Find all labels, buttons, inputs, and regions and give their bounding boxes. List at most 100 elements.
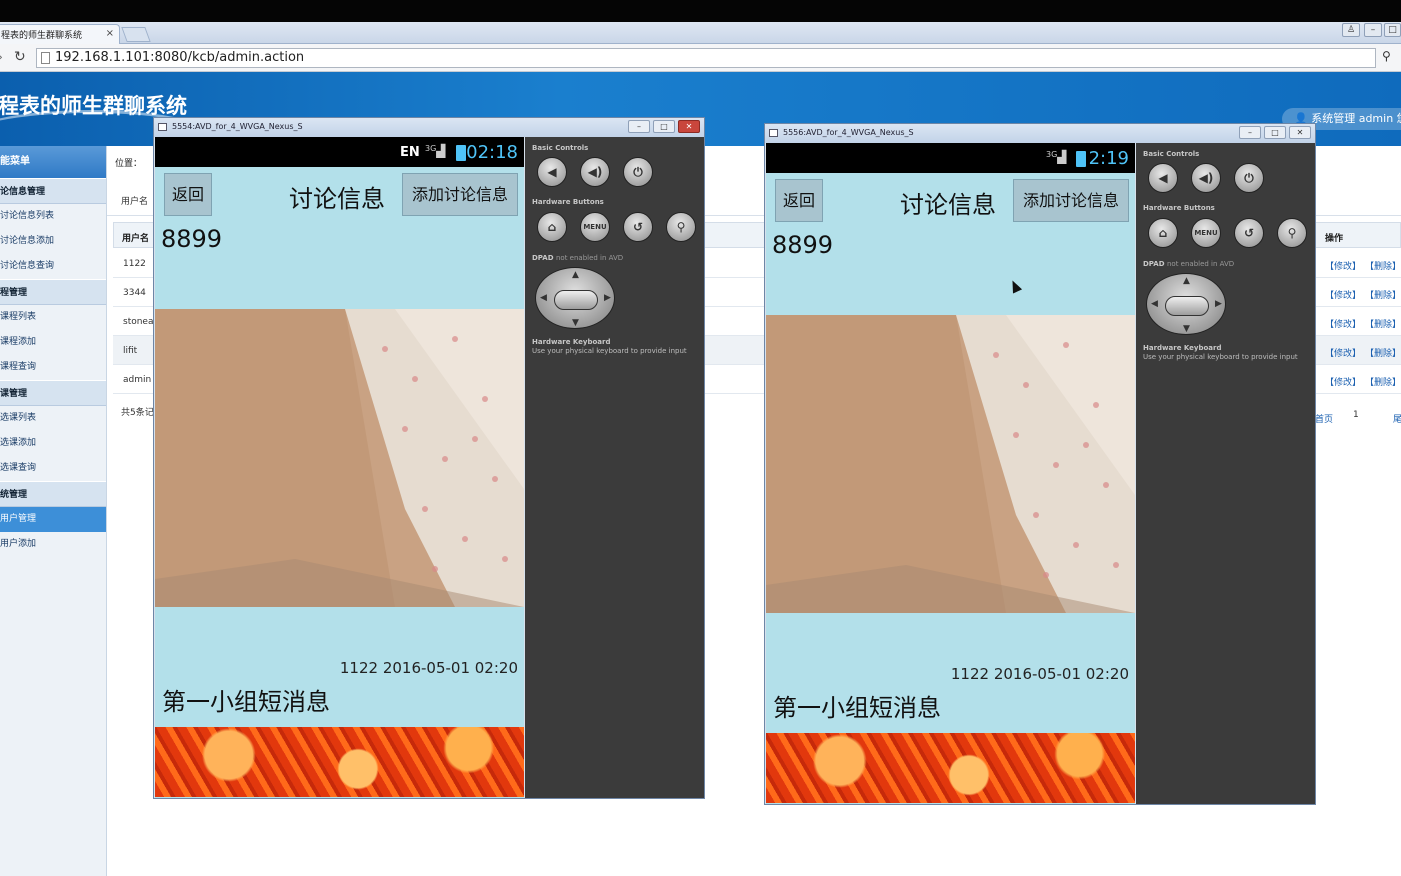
sidebar-header: 能菜单 bbox=[0, 146, 106, 178]
keyboard-label: Hardware Keyboard bbox=[532, 338, 611, 346]
dpad-center[interactable] bbox=[554, 290, 598, 310]
photo-image-graphic bbox=[155, 309, 524, 607]
sidebar-item[interactable]: 用户添加 bbox=[0, 532, 106, 557]
url-input[interactable]: 192.168.1.101:8080/kcb/admin.action bbox=[36, 48, 1376, 68]
dpad-label-text: DPAD bbox=[532, 254, 554, 262]
screen-top-bar bbox=[0, 0, 1401, 22]
message-meta: 1122 2016-05-01 02:20 bbox=[950, 665, 1129, 683]
dpad-down-icon: ▼ bbox=[572, 318, 579, 328]
dpad-control[interactable]: ▲ ▼ ◀ ▶ bbox=[535, 267, 615, 329]
address-bar: › ↻ 192.168.1.101:8080/kcb/admin.action … bbox=[0, 44, 1401, 72]
browser-tab[interactable]: 程表的师生群聊系统 × bbox=[0, 24, 120, 44]
edit-link[interactable]: 【修改】 bbox=[1325, 288, 1361, 301]
location-label: 位置： bbox=[115, 159, 143, 169]
sidebar-group-selection[interactable]: 课管理 bbox=[0, 380, 106, 406]
sidebar-item[interactable]: 选课添加 bbox=[0, 431, 106, 456]
power-icon[interactable]: ⏻ bbox=[623, 157, 653, 187]
emulator-controls-panel: Basic Controls ◀ ◀) ⏻ Hardware Buttons ⌂… bbox=[525, 137, 704, 798]
add-discussion-button[interactable]: 添加讨论信息 bbox=[402, 173, 518, 216]
edit-link[interactable]: 【修改】 bbox=[1325, 317, 1361, 330]
edit-link[interactable]: 【修改】 bbox=[1325, 346, 1361, 359]
sidebar-item[interactable]: 选课列表 bbox=[0, 406, 106, 431]
back-button[interactable]: 返回 bbox=[164, 173, 212, 216]
home-icon[interactable]: ⌂ bbox=[1148, 218, 1178, 248]
keyboard-note: Use your physical keyboard to provide in… bbox=[532, 347, 687, 355]
edit-link[interactable]: 【修改】 bbox=[1325, 375, 1361, 388]
new-tab-button[interactable] bbox=[121, 27, 151, 42]
delete-link[interactable]: 【删除】 bbox=[1365, 317, 1401, 330]
first-page-link[interactable]: 首页 bbox=[1315, 412, 1333, 425]
power-icon[interactable]: ⏻ bbox=[1234, 163, 1264, 193]
edit-link[interactable]: 【修改】 bbox=[1325, 259, 1361, 272]
delete-link[interactable]: 【删除】 bbox=[1365, 346, 1401, 359]
minimize-button[interactable]: – bbox=[1239, 126, 1261, 139]
dpad-label: DPAD not enabled in AVD bbox=[532, 254, 623, 262]
add-discussion-button[interactable]: 添加讨论信息 bbox=[1013, 179, 1129, 222]
ime-indicator: EN bbox=[400, 145, 420, 160]
sidebar-item[interactable]: 讨论信息列表 bbox=[0, 204, 106, 229]
maximize-button[interactable]: □ bbox=[1384, 23, 1401, 37]
emulator-titlebar[interactable]: 5556:AVD_for_4_WVGA_Nexus_S – □ ✕ bbox=[765, 124, 1315, 143]
forward-icon[interactable]: › bbox=[0, 50, 3, 64]
sidebar-group-system[interactable]: 统管理 bbox=[0, 481, 106, 507]
dpad-control[interactable]: ▲ ▼ ◀ ▶ bbox=[1146, 273, 1226, 335]
menu-button[interactable]: MENU bbox=[1191, 218, 1221, 248]
keyboard-label: Hardware Keyboard bbox=[1143, 344, 1222, 352]
maximize-button[interactable]: □ bbox=[1264, 126, 1286, 139]
volume-up-icon[interactable]: ◀) bbox=[1191, 163, 1221, 193]
volume-down-icon[interactable]: ◀ bbox=[537, 157, 567, 187]
emulator-window-1: 5554:AVD_for_4_WVGA_Nexus_S – □ ✕ EN 3G▟… bbox=[153, 117, 705, 799]
basic-controls-label: Basic Controls bbox=[532, 144, 589, 152]
device-screen[interactable]: 3G▟ 2:19 返回 讨论信息 添加讨论信息 8899 1122 2016-0… bbox=[766, 143, 1135, 804]
delete-link[interactable]: 【删除】 bbox=[1365, 375, 1401, 388]
status-clock: 02:18 bbox=[466, 142, 518, 163]
minimize-button[interactable]: – bbox=[628, 120, 650, 133]
back-icon[interactable]: ↺ bbox=[623, 212, 653, 242]
close-button[interactable]: ✕ bbox=[1289, 126, 1311, 139]
sidebar-group-course[interactable]: 程管理 bbox=[0, 279, 106, 305]
back-button[interactable]: 返回 bbox=[775, 179, 823, 222]
col-action: 操作 bbox=[1325, 234, 1344, 244]
app-title: 讨论信息 bbox=[289, 185, 385, 213]
sidebar-item[interactable]: 讨论信息查询 bbox=[0, 254, 106, 279]
total-count: 共5条记 bbox=[121, 408, 154, 418]
menu-button[interactable]: MENU bbox=[580, 212, 610, 242]
message-meta: 1122 2016-05-01 02:20 bbox=[339, 659, 518, 677]
sidebar-item[interactable]: 课程添加 bbox=[0, 330, 106, 355]
basic-controls-label: Basic Controls bbox=[1143, 150, 1200, 158]
pin-icon[interactable]: ⚲ bbox=[1382, 49, 1391, 63]
sidebar-group-discussion[interactable]: 论信息管理 bbox=[0, 178, 106, 204]
search-icon[interactable]: ⚲ bbox=[1277, 218, 1307, 248]
back-icon[interactable]: ↺ bbox=[1234, 218, 1264, 248]
sidebar-item[interactable]: 讨论信息添加 bbox=[0, 229, 106, 254]
device-screen[interactable]: EN 3G▟ 02:18 返回 讨论信息 添加讨论信息 8899 1122 20… bbox=[155, 137, 524, 798]
dpad-center[interactable] bbox=[1165, 296, 1209, 316]
dpad-right-icon: ▶ bbox=[604, 293, 611, 303]
dpad-down-icon: ▼ bbox=[1183, 324, 1190, 334]
tab-close-icon[interactable]: × bbox=[106, 28, 114, 39]
message-text: 第一小组短消息 bbox=[162, 688, 330, 716]
sidebar-item-active[interactable]: 用户管理 bbox=[0, 507, 106, 532]
emulator-window-2: 5556:AVD_for_4_WVGA_Nexus_S – □ ✕ 3G▟ 2:… bbox=[764, 123, 1316, 805]
reload-icon[interactable]: ↻ bbox=[14, 49, 26, 65]
close-button[interactable]: ✕ bbox=[678, 120, 700, 133]
minimize-button[interactable]: – bbox=[1364, 23, 1382, 37]
dpad-right-icon: ▶ bbox=[1215, 299, 1222, 309]
sidebar-item[interactable]: 课程列表 bbox=[0, 305, 106, 330]
sidebar-item[interactable]: 选课查询 bbox=[0, 456, 106, 481]
sidebar-item[interactable]: 课程查询 bbox=[0, 355, 106, 380]
dpad-label-text: DPAD bbox=[1143, 260, 1165, 268]
android-status-bar: 3G▟ 2:19 bbox=[766, 143, 1135, 173]
search-icon[interactable]: ⚲ bbox=[666, 212, 696, 242]
delete-link[interactable]: 【删除】 bbox=[1365, 288, 1401, 301]
home-icon[interactable]: ⌂ bbox=[537, 212, 567, 242]
user-icon[interactable]: ♙ bbox=[1342, 23, 1360, 37]
volume-up-icon[interactable]: ◀) bbox=[580, 157, 610, 187]
emulator-titlebar[interactable]: 5554:AVD_for_4_WVGA_Nexus_S – □ ✕ bbox=[154, 118, 704, 137]
delete-link[interactable]: 【删除】 bbox=[1365, 259, 1401, 272]
maximize-button[interactable]: □ bbox=[653, 120, 675, 133]
battery-icon bbox=[456, 145, 466, 161]
volume-down-icon[interactable]: ◀ bbox=[1148, 163, 1178, 193]
hardware-buttons-label: Hardware Buttons bbox=[1143, 204, 1215, 212]
last-page-link[interactable]: 尾 bbox=[1393, 412, 1401, 425]
